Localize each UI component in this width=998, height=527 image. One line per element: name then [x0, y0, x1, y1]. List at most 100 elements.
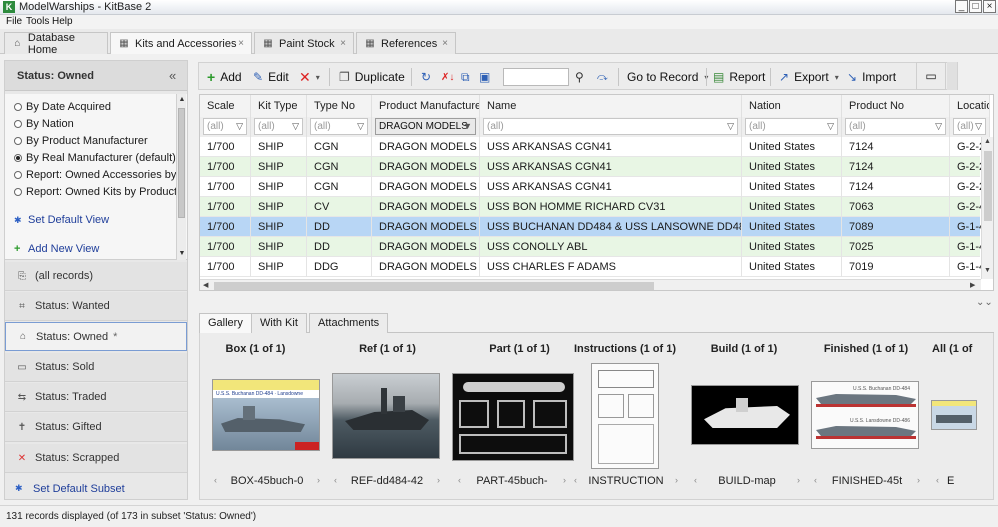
subset-scrapped[interactable]: ✕ Status: Scrapped [5, 444, 187, 473]
menu-help[interactable]: Help [52, 15, 73, 29]
next-image-icon[interactable]: › [675, 475, 678, 487]
column-header-product-manufacturer[interactable]: Product Manufacturer [372, 95, 480, 117]
menu-file[interactable]: File [6, 15, 22, 29]
save-view-button[interactable]: ▣ [479, 66, 495, 88]
scrollbar-thumb[interactable] [178, 108, 185, 218]
view-option[interactable]: By Product Manufacturer [14, 132, 148, 149]
radio-button[interactable] [14, 187, 22, 196]
previous-image-icon[interactable]: ‹ [814, 475, 817, 487]
copy-view-button[interactable]: ⧉ [461, 66, 475, 88]
scroll-right-icon[interactable]: ▶ [970, 281, 975, 289]
subset-gifted[interactable]: ✝ Status: Gifted [5, 413, 187, 442]
column-header-name[interactable]: Name [480, 95, 742, 117]
table-row[interactable]: 1/700 SHIP CGN DRAGON MODELS USS ARKANSAS CG… [200, 137, 990, 157]
table-row[interactable]: 1/700 SHIP CV DRAGON MODELS USS BON HOMME RI… [200, 197, 990, 217]
radio-button[interactable] [14, 119, 22, 128]
duplicate-button[interactable]: ❐ Duplicate [339, 66, 405, 88]
close-tab-icon[interactable]: × [238, 38, 244, 49]
close-tab-icon[interactable]: × [340, 38, 346, 49]
scroll-up-icon[interactable]: ▲ [177, 94, 187, 106]
close-tab-icon[interactable]: × [442, 38, 448, 49]
scroll-up-icon[interactable]: ▲ [984, 138, 991, 145]
tab-kits-and-accessories[interactable]: ▦ Kits and Accessories × [110, 32, 252, 54]
next-image-icon[interactable]: › [917, 475, 920, 487]
next-image-icon[interactable]: › [317, 475, 320, 487]
maximize-button[interactable]: □ [969, 0, 982, 13]
view-option[interactable]: By Nation [14, 115, 74, 132]
refresh-button[interactable]: ↻ [421, 66, 436, 88]
radio-button[interactable] [14, 102, 22, 111]
scroll-down-icon[interactable]: ▼ [984, 267, 991, 274]
add-new-view-link[interactable]: + Add New View [14, 241, 99, 257]
column-header-location[interactable]: Location [950, 95, 990, 117]
export-button[interactable]: ↗ Export ▾ [779, 66, 839, 88]
search-input[interactable] [503, 68, 569, 86]
radio-button[interactable] [14, 136, 22, 145]
grid-horizontal-scrollbar[interactable]: ◀ ▶ [200, 279, 981, 290]
close-button[interactable]: × [983, 0, 996, 13]
view-option[interactable]: Report: Owned Accessories by [14, 166, 176, 183]
tab-paint-stock[interactable]: ▦ Paint Stock × [254, 32, 354, 54]
previous-image-icon[interactable]: ‹ [574, 475, 577, 487]
all-images-thumbnail[interactable] [931, 400, 977, 430]
collapse-panel-icon[interactable]: « [169, 68, 176, 83]
tab-references[interactable]: ▦ References × [356, 32, 456, 54]
build-render-thumbnail[interactable] [691, 385, 799, 445]
scroll-down-icon[interactable]: ▼ [177, 248, 187, 260]
column-header-product-no[interactable]: Product No [842, 95, 950, 117]
tab-gallery[interactable]: Gallery [199, 313, 252, 333]
subset-owned[interactable]: ⌂ Status: Owned * [5, 322, 187, 351]
next-image-icon[interactable]: › [437, 475, 440, 487]
table-row[interactable]: 1/700 SHIP DDG DRAGON MODELS USS CHARLES F A… [200, 257, 990, 277]
tab-with-kit[interactable]: With Kit [251, 313, 307, 333]
grid-vertical-scrollbar[interactable]: ▲ ▼ [981, 137, 993, 279]
scroll-left-icon[interactable]: ◀ [203, 281, 208, 289]
column-filter-dropdown[interactable]: (all) ▽ [483, 118, 738, 135]
search-button[interactable]: ⚲ [575, 66, 589, 88]
column-filter-dropdown[interactable]: (all) ▽ [310, 118, 368, 135]
column-header-type-no[interactable]: Type No [307, 95, 372, 117]
table-row[interactable]: 1/700 SHIP CGN DRAGON MODELS USS ARKANSAS CG… [200, 157, 990, 177]
column-filter-dropdown[interactable]: DRAGON MODELS ▼ [375, 118, 476, 135]
expand-detail-icon[interactable]: ⌄⌄ [976, 297, 993, 308]
toolbar-overflow-handle[interactable] [947, 62, 957, 90]
delete-button[interactable]: ✕ ▾ [299, 66, 320, 88]
table-row[interactable]: 1/700 SHIP DD DRAGON MODELS USS BUCHANAN DD4… [200, 217, 990, 237]
minimize-button[interactable]: _ [955, 0, 968, 13]
next-image-icon[interactable]: › [563, 475, 566, 487]
import-button[interactable]: ↘ Import [847, 66, 896, 88]
column-filter-dropdown[interactable]: (all) ▽ [845, 118, 946, 135]
previous-image-icon[interactable]: ‹ [458, 475, 461, 487]
box-image-thumbnail[interactable]: U.S.S. Buchanan DD-484 · Lansdowne [212, 379, 320, 451]
goto-record-button[interactable]: Go to Record ▾ [627, 66, 708, 88]
previous-image-icon[interactable]: ‹ [936, 475, 939, 487]
scrollbar-thumb[interactable] [984, 151, 992, 221]
column-header-scale[interactable]: Scale [200, 95, 251, 117]
view-option[interactable]: By Real Manufacturer (default) [14, 149, 176, 166]
views-scrollbar[interactable]: ▲ ▼ [176, 94, 186, 260]
report-button[interactable]: ▤ Report [713, 66, 765, 88]
subset-wanted[interactable]: ⌗ Status: Wanted [5, 292, 187, 321]
column-filter-dropdown[interactable]: (all) ▽ [254, 118, 303, 135]
previous-image-icon[interactable]: ‹ [334, 475, 337, 487]
table-row[interactable]: 1/700 SHIP CGN DRAGON MODELS USS ARKANSAS CG… [200, 177, 990, 197]
subset-all-records[interactable]: ⎘ (all records) [5, 262, 187, 291]
column-header-kit-type[interactable]: Kit Type [251, 95, 307, 117]
instructions-thumbnail[interactable] [591, 363, 659, 469]
tab-attachments[interactable]: Attachments [309, 313, 389, 333]
column-header-nation[interactable]: Nation [742, 95, 842, 117]
set-default-view-link[interactable]: ✱ Set Default View [14, 212, 109, 228]
add-button[interactable]: + Add [207, 66, 242, 88]
clear-filter-button[interactable]: ✗↓ [441, 66, 459, 88]
radio-button[interactable] [14, 170, 22, 179]
tab-database-home[interactable]: ⌂ Database Home [4, 32, 108, 56]
parts-sprue-thumbnail[interactable] [452, 373, 574, 461]
finished-model-thumbnail[interactable]: U.S.S. Buchanan DD-484 U.S.S. Lansdowne … [811, 381, 919, 449]
set-default-subset-link[interactable]: ✱ Set Default Subset [5, 474, 187, 503]
subset-sold[interactable]: ▭ Status: Sold [5, 353, 187, 382]
column-filter-dropdown[interactable]: (all) ▽ [203, 118, 247, 135]
table-row[interactable]: 1/700 SHIP DD DRAGON MODELS USS CONOLLY ABL U… [200, 237, 990, 257]
reference-photo-thumbnail[interactable] [332, 373, 440, 459]
menu-tools[interactable]: Tools [26, 15, 49, 29]
view-option[interactable]: By Date Acquired [14, 98, 111, 115]
